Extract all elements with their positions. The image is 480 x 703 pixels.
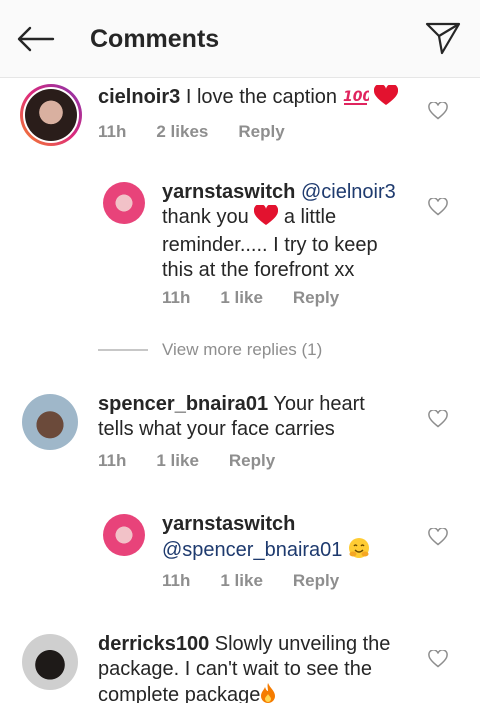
comment-time: 11h (98, 122, 127, 141)
comment-meta: 11h 2 likes Reply (98, 122, 285, 142)
like-heart-icon[interactable] (428, 102, 448, 120)
comment-username[interactable]: derricks100 (98, 633, 209, 655)
like-heart-icon[interactable] (428, 650, 448, 668)
avatar[interactable] (20, 84, 82, 146)
comment-body: complete package (98, 684, 261, 703)
like-heart-icon[interactable] (428, 528, 448, 546)
comment-text: cielnoir3 I love the caption 100 (98, 83, 418, 113)
comment-item: cielnoir3 I love the caption 100 11h 2 l… (0, 80, 480, 160)
like-heart-icon[interactable] (428, 198, 448, 216)
header-bar: Comments (0, 0, 480, 78)
reply-item: yarnstaswitch @spencer_bnaira01 11h 1 li… (0, 510, 480, 600)
avatar[interactable] (103, 514, 145, 556)
comment-body: tells what your face carries (98, 418, 335, 440)
comment-body: a little (283, 206, 337, 228)
back-arrow-icon (17, 26, 55, 52)
red-heart-emoji (254, 203, 279, 233)
comment-likes[interactable]: 1 like (220, 288, 263, 308)
fire-emoji (260, 682, 276, 703)
comment-body: reminder..... I try to keep (162, 234, 378, 256)
comment-mention[interactable]: @cielnoir3 (301, 181, 396, 203)
comment-time: 11h (98, 451, 127, 470)
reply-item: yarnstaswitch @cielnoir3 thank you a lit… (0, 178, 480, 318)
comment-text: yarnstaswitch @cielnoir3 thank you a lit… (162, 180, 422, 283)
comment-body: I love the caption (185, 86, 338, 108)
reply-button[interactable]: Reply (293, 571, 339, 591)
comment-meta: 11h 1 like Reply (98, 451, 275, 471)
comment-body: Your heart (273, 393, 365, 415)
comment-likes[interactable]: 1 like (220, 571, 263, 591)
hundred-emoji: 100 (343, 86, 372, 113)
back-button[interactable] (14, 22, 58, 56)
comment-username[interactable]: yarnstaswitch (162, 512, 422, 537)
reply-button[interactable]: Reply (293, 288, 339, 308)
comment-time: 11h (162, 571, 191, 590)
comment-username[interactable]: spencer_bnaira01 (98, 393, 268, 415)
comment-text: derricks100 Slowly unveiling the package… (98, 632, 418, 703)
comment-body: package. I can't wait to see the (98, 658, 372, 680)
comment-username[interactable]: cielnoir3 (98, 86, 180, 108)
comment-text: yarnstaswitch @spencer_bnaira01 (162, 512, 422, 566)
direct-send-icon (425, 22, 461, 55)
comment-body: Slowly unveiling the (214, 633, 391, 655)
comment-body: this at the forefront xx (162, 259, 355, 281)
reply-button[interactable]: Reply (229, 451, 275, 471)
comment-meta: 11h 1 like Reply (162, 288, 339, 308)
svg-text:100: 100 (343, 89, 369, 105)
comment-item: derricks100 Slowly unveiling the package… (0, 630, 480, 703)
comment-item: spencer_bnaira01 Your heart tells what y… (0, 390, 480, 480)
view-more-replies-label: View more replies (1) (162, 340, 323, 359)
direct-send-button[interactable] (420, 18, 466, 58)
red-heart-emoji (374, 83, 399, 113)
comment-likes[interactable]: 1 like (156, 451, 199, 471)
like-heart-icon[interactable] (428, 410, 448, 428)
hugging-emoji (348, 537, 370, 566)
comment-username[interactable]: yarnstaswitch (162, 181, 295, 203)
comment-time: 11h (162, 288, 191, 307)
avatar[interactable] (103, 182, 145, 224)
avatar[interactable] (22, 634, 78, 690)
avatar[interactable] (22, 394, 78, 450)
comment-body: thank you (162, 206, 249, 228)
page-title: Comments (90, 25, 220, 53)
comment-text: spencer_bnaira01 Your heart tells what y… (98, 392, 418, 442)
comment-mention[interactable]: @spencer_bnaira01 (162, 539, 342, 561)
divider (98, 349, 148, 351)
reply-button[interactable]: Reply (238, 122, 284, 142)
view-more-replies[interactable]: View more replies (1) (98, 340, 322, 360)
comment-likes[interactable]: 2 likes (156, 122, 208, 142)
comment-meta: 11h 1 like Reply (162, 571, 339, 591)
